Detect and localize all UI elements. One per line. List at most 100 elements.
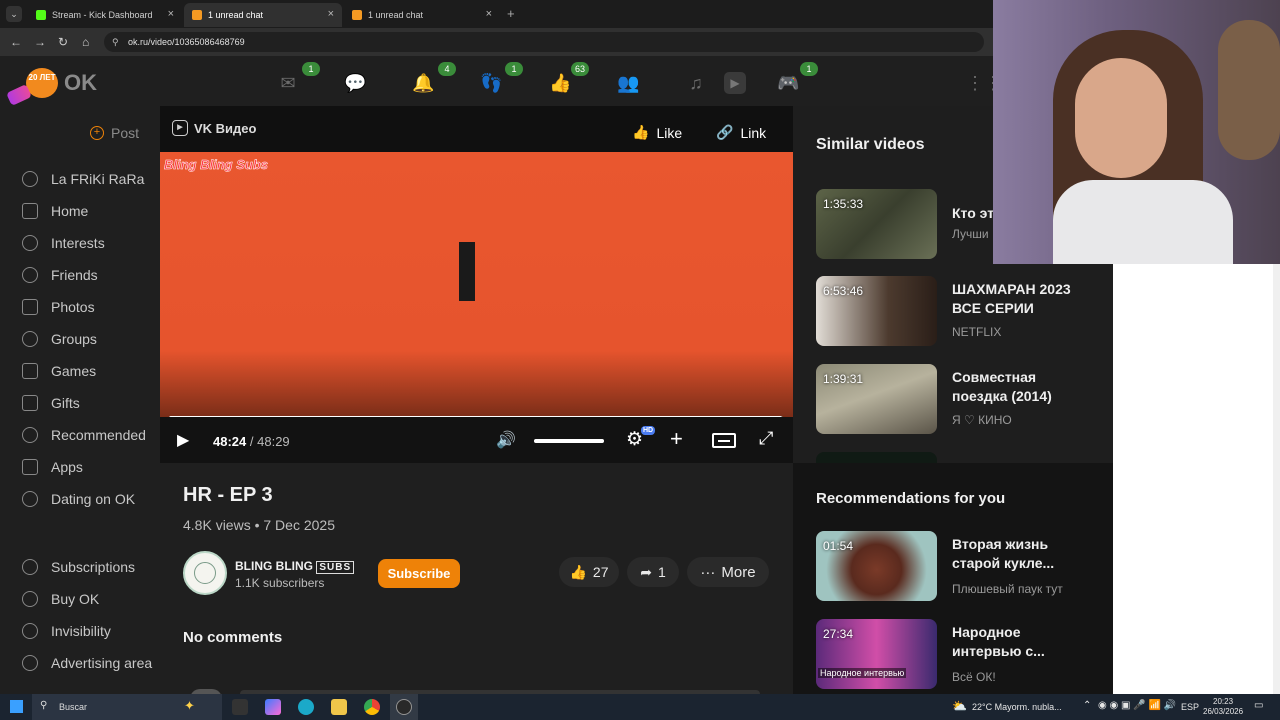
share-button[interactable]: ➦ 1 [627,557,679,587]
channel-name[interactable]: BLING BLING SUBS [235,559,355,574]
likes-badge: 63 [571,62,590,76]
sidebar-item-label: Photos [51,299,95,315]
notifications-icon[interactable]: 🔔 [412,72,434,94]
gift-icon [22,395,38,411]
file-explorer-icon[interactable] [331,699,347,715]
sidebar-item-home[interactable]: Home [22,200,88,222]
task-view-icon[interactable] [232,699,248,715]
likes-icon[interactable]: 👍 [549,72,571,94]
video-frame[interactable]: Bling Bling Subs [160,152,793,417]
recommendations-heading: Recommendations for you [816,490,1006,507]
add-icon[interactable]: + [670,426,683,452]
tab-kick-dashboard[interactable]: Stream - Kick Dashboard × [28,3,182,27]
taskbar-search[interactable]: ⚲ Buscar ✦ [32,694,222,720]
search-icon: ⚲ [40,700,48,711]
video-thumbnail[interactable]: 1:39:31 [816,364,937,434]
pip-icon[interactable] [712,433,736,448]
clock-date[interactable]: 26/03/2026 [1203,707,1243,716]
tray-chevron-icon[interactable]: ⌃ [1083,700,1091,711]
close-tab-icon[interactable]: × [168,8,174,20]
sidebar-item-friends[interactable]: Friends [22,264,98,286]
site-info-icon[interactable]: ⚲ [112,32,119,52]
ok-logo[interactable]: 20 ЛЕТ OK [6,62,100,106]
notifications-icon[interactable]: ▭ [1254,700,1263,711]
sidebar-item-apps[interactable]: Apps [22,456,83,478]
sidebar-item-label: Advertising area [51,655,153,671]
subscribe-button[interactable]: Subscribe [378,559,460,588]
sidebar-item-games[interactable]: Games [22,360,96,382]
video-thumbnail[interactable]: 27:34 Народное интервью [816,619,937,689]
guests-icon[interactable]: 👣 [480,72,502,94]
friends-icon[interactable]: 👥 [617,72,639,94]
reload-icon[interactable]: ↻ [58,35,68,49]
url-field[interactable]: ⚲ ok.ru/video/10365086468769 [104,32,984,52]
edge-icon[interactable] [298,699,314,715]
tab-unread-chat[interactable]: 1 unread chat × [344,3,500,27]
channel-avatar[interactable] [183,551,227,595]
sidebar-item-gifts[interactable]: Gifts [22,392,80,414]
video-title: HR - EP 3 [183,484,273,506]
tab-unread-chat-active[interactable]: 1 unread chat × [184,3,342,27]
video-duration: 6:53:46 [823,284,864,298]
like-button[interactable]: 👍 27 [559,557,619,587]
recommended-video-card[interactable]: 01:54 Вторая жизнь старой кукле... Плюше… [816,531,1116,605]
post-button[interactable]: + Post [90,125,139,141]
copilot-icon[interactable] [265,699,281,715]
close-tab-icon[interactable]: × [328,8,334,20]
volume-icon[interactable]: 🔊 [496,430,516,450]
video-title: Совместная поездка (2014) [952,369,1052,404]
player-link-button[interactable]: 🔗 Link [716,124,766,141]
messages-icon[interactable]: ✉ [277,72,299,94]
close-tab-icon[interactable]: × [486,8,492,20]
games-badge: 1 [800,62,818,76]
video-info: HR - EP 3 4.8K views • 7 Dec 2025 BLING … [160,463,793,699]
tab-label: 1 unread chat [368,10,424,20]
fullscreen-icon[interactable]: ⤢ [759,428,773,449]
similar-video-card[interactable]: 1:39:31 Совместная поездка (2014) Я ♡ КИ… [816,364,1116,438]
games-icon[interactable]: 🎮 [777,72,799,94]
forward-icon[interactable]: → [34,35,46,49]
new-tab-button[interactable]: + [507,6,515,21]
sidebar-item-photos[interactable]: Photos [22,296,95,318]
chrome-icon[interactable] [364,699,380,715]
partial-thumbnail[interactable] [816,452,937,463]
sidebar-item-invisibility[interactable]: Invisibility [22,620,111,642]
back-icon[interactable]: ← [10,35,22,49]
apps-grid-icon[interactable]: ⋮⋮ [966,72,1002,94]
video-player[interactable]: ▶ VK Видео 👍 Like 🔗 Link Bling Bling Sub… [160,106,793,463]
play-icon[interactable]: ▶ [177,430,189,450]
home-icon[interactable]: ⌂ [82,35,89,49]
similar-video-card[interactable]: 6:53:46 ШАХМАРАН 2023 ВСЕ СЕРИИ NETFLIX [816,276,1116,350]
tab-list-icon[interactable]: ⌄ [6,6,22,22]
video-channel: NETFLIX [952,325,1002,339]
discussions-icon[interactable]: 💬 [344,72,366,94]
webcam-person-shirt [1053,180,1233,264]
sidebar-item-dating[interactable]: Dating on OK [22,488,135,510]
sidebar-item-profile[interactable]: La FRiKi RaRa [22,168,144,190]
player-like-button[interactable]: 👍 Like [632,124,682,141]
music-icon[interactable]: ♫ [685,72,707,94]
sidebar-item-buy-ok[interactable]: Buy OK [22,588,99,610]
sidebar-item-subscriptions[interactable]: Subscriptions [22,556,135,578]
sidebar-item-interests[interactable]: Interests [22,232,105,254]
scrollbar[interactable] [1273,264,1280,694]
video-thumbnail[interactable]: 1:35:33 [816,189,937,259]
more-button[interactable]: ··· More [687,557,769,587]
volume-slider[interactable] [534,439,604,443]
groups-icon [22,331,38,347]
language-indicator[interactable]: ESP [1181,702,1199,712]
link-icon: 🔗 [716,124,734,140]
video-icon[interactable]: ▶ [724,72,746,94]
windows-start-icon[interactable] [10,700,23,713]
weather-text[interactable]: 22°C Mayorm. nubla... [972,702,1062,712]
video-thumbnail[interactable]: 6:53:46 [816,276,937,346]
sidebar-item-groups[interactable]: Groups [22,328,97,350]
sidebar-item-recommended[interactable]: Recommended [22,424,146,446]
tray-app-icons[interactable]: ◉ ◉ ▣ 🎤 📶 🔊 [1098,700,1176,711]
vk-video-brand[interactable]: ▶ VK Видео [172,120,256,136]
clock-time[interactable]: 20:23 [1213,697,1233,706]
video-thumbnail[interactable]: 01:54 [816,531,937,601]
sidebar-item-advertising[interactable]: Advertising area [22,652,152,674]
sidebar-item-label: Recommended [51,427,146,443]
recommended-video-card[interactable]: 27:34 Народное интервью Народное интервь… [816,619,1116,693]
